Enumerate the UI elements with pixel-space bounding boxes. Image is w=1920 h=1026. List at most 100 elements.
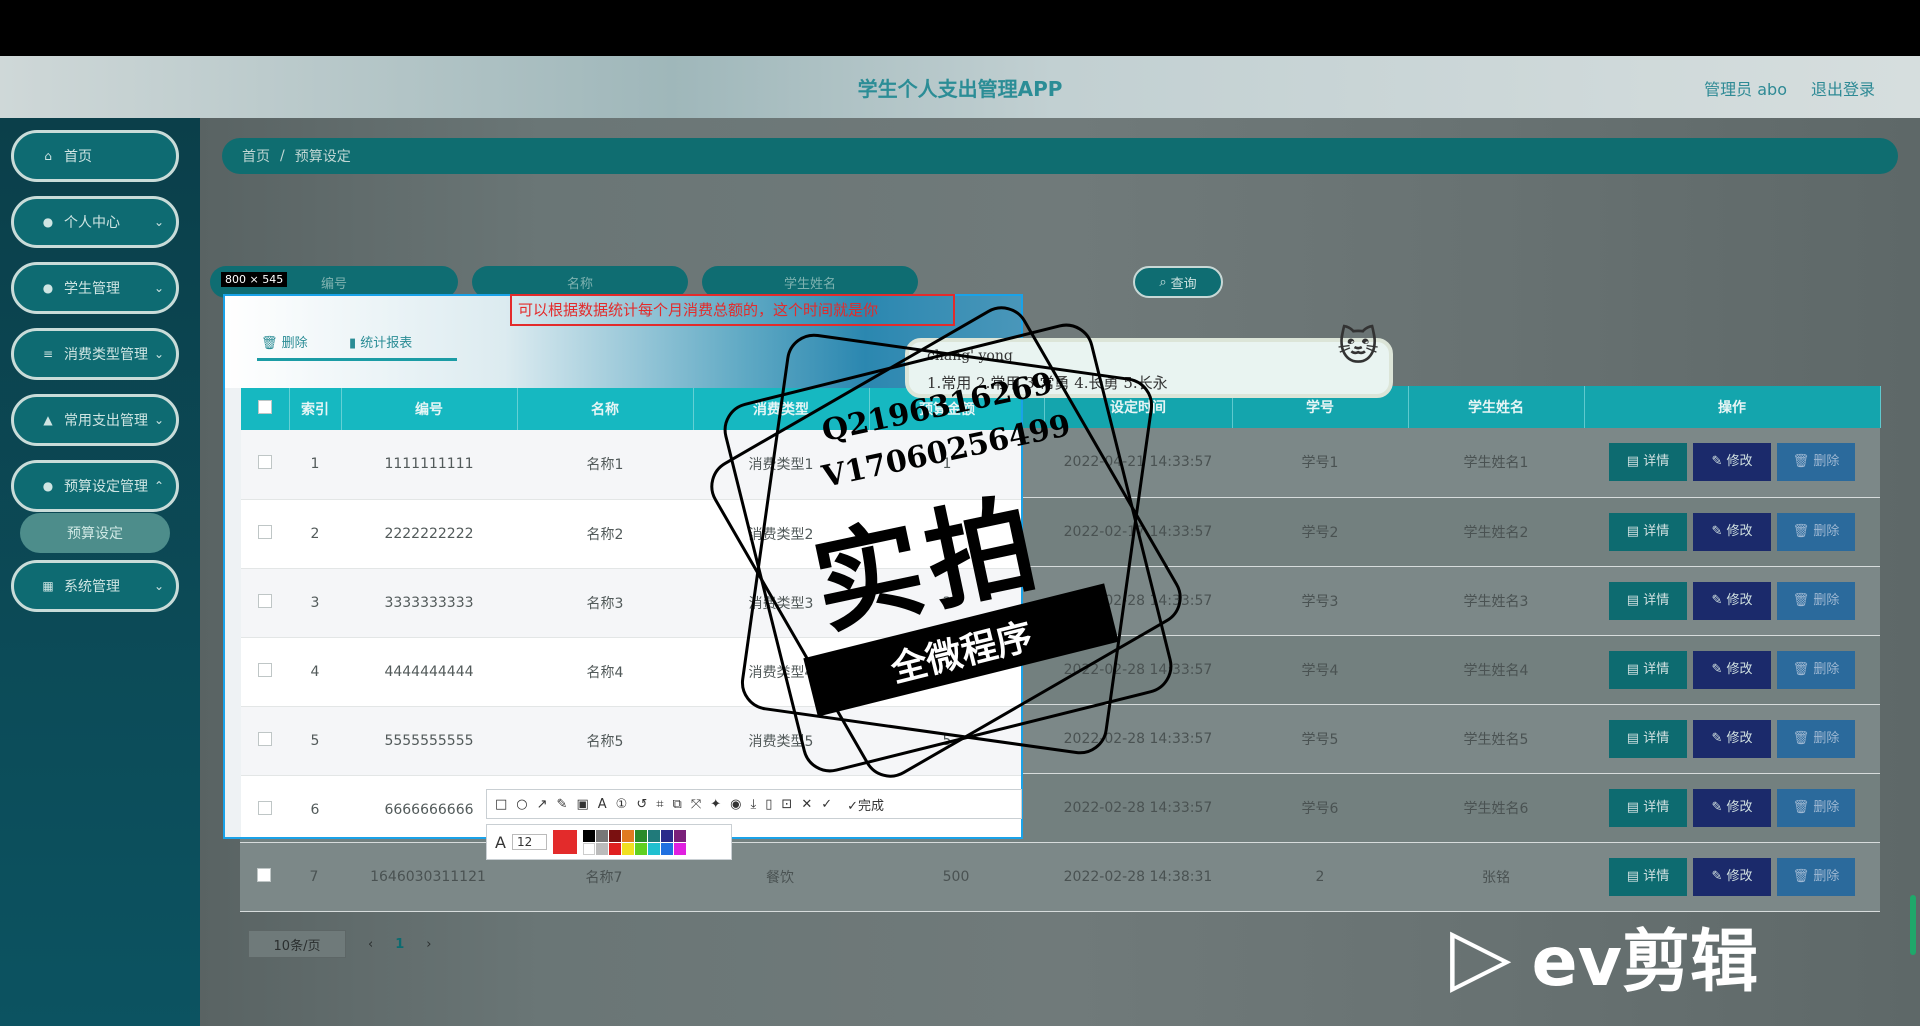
capture-tool-icon[interactable]: A [598,797,607,812]
select-all-checkbox[interactable] [257,400,272,414]
swatch-cyan[interactable] [648,842,661,855]
row-checkbox[interactable] [258,731,272,746]
delete-tab[interactable]: 🗑 删除 [261,332,308,351]
capture-tool-icon[interactable]: ▣ [576,797,588,812]
capture-tool-icon[interactable]: ⧉ [673,797,682,812]
annotation-text-box[interactable]: 可以根据数据统计每个月消费总额的，这个时间就是你 [510,294,955,326]
column-header: 编号 [341,388,518,430]
delete-button-label: 删除 [1813,799,1840,815]
sidebar-item-student-management[interactable]: ● 学生管理 ⌄ [11,262,179,314]
swatch-red[interactable] [609,842,622,855]
capture-tool-icon[interactable]: ① [616,797,628,812]
capture-tool-icon[interactable]: ↗ [537,797,548,812]
delete-button[interactable]: 🗑 删除 [1777,788,1855,827]
sidebar-item-label: 系统管理 [64,579,120,595]
row-checkbox[interactable] [258,524,272,539]
done-button[interactable]: ✓完成 [847,795,884,814]
detail-button[interactable]: ▤ 详情 [1609,581,1687,620]
detail-button[interactable]: ▤ 详情 [1609,650,1687,689]
next-page-button[interactable]: › [426,937,431,952]
delete-button[interactable]: 🗑 删除 [1777,719,1855,758]
detail-button[interactable]: ▤ 详情 [1609,719,1687,758]
sidebar-item-system-management[interactable]: ▦ 系统管理 ⌄ [11,560,179,612]
swatch-silver[interactable] [596,842,609,855]
scroll-indicator[interactable] [1910,895,1916,955]
swatch-white[interactable] [583,842,596,855]
swatch-green[interactable] [635,829,648,842]
capture-tool-icon[interactable]: ✦ [710,797,721,812]
page-size-select[interactable]: 10条/页 [248,930,346,958]
column-header: 索引 [289,388,342,430]
logout-link[interactable]: 退出登录 [1811,76,1875,100]
capture-tool-icon[interactable]: ⤧ [691,797,701,812]
swatch-darkred[interactable] [609,829,622,842]
delete-button[interactable]: 🗑 删除 [1777,443,1855,482]
ev-logo-text: ev剪辑 [1531,923,1758,1002]
delete-button-label: 删除 [1813,523,1840,539]
detail-button-label: 详情 [1643,592,1670,608]
row-checkbox[interactable] [258,593,272,608]
sidebar-item-common-expense[interactable]: ▲ 常用支出管理 ⌄ [11,394,179,446]
sidebar-item-budget-management[interactable]: ● 预算设定管理 ⌃ [11,460,179,512]
row-checkbox[interactable] [258,800,272,815]
delete-button[interactable]: 🗑 删除 [1777,581,1855,620]
swatch-orange[interactable] [622,829,635,842]
delete-button-label: 删除 [1813,661,1840,677]
row-checkbox[interactable] [258,662,272,677]
sidebar-subitem-budget-setting[interactable]: 预算设定 [20,513,170,553]
actions-cell: ▤ 详情 ✎ 修改 🗑 删除 [1584,842,1880,912]
swatch-purple[interactable] [674,829,687,842]
table-cell: 2 [1232,842,1408,912]
swatch-black[interactable] [583,829,596,842]
capture-tool-icon[interactable]: ✓ [821,797,832,812]
delete-button[interactable]: 🗑 删除 [1777,512,1855,551]
table-cell: 名称3 [517,568,693,638]
prev-page-button[interactable]: ‹ [368,937,373,952]
edit-button[interactable]: ✎ 修改 [1693,512,1771,551]
capture-tool-icon[interactable]: ⌗ [656,797,663,812]
capture-tool-icon[interactable]: ✕ [801,797,812,812]
delete-button[interactable]: 🗑 删除 [1777,650,1855,689]
swatch-gray[interactable] [596,829,609,842]
swatch-magenta[interactable] [674,842,687,855]
capture-tool-icon[interactable]: ⊡ [781,797,792,812]
edit-button[interactable]: ✎ 修改 [1693,581,1771,620]
capture-tool-icon[interactable]: ✎ [557,797,568,812]
swatch-navy[interactable] [661,829,674,842]
search-icon: ⌕ [1159,274,1167,290]
detail-button[interactable]: ▤ 详情 [1609,443,1687,482]
edit-button[interactable]: ✎ 修改 [1693,788,1771,827]
capture-tool-icon[interactable]: ↺ [636,797,647,812]
swatch-blue[interactable] [661,842,674,855]
sidebar-item-home[interactable]: ⌂ 首页 [11,130,179,182]
delete-button[interactable]: 🗑 删除 [1777,857,1855,896]
current-page[interactable]: 1 [395,937,404,952]
detail-button[interactable]: ▤ 详情 [1609,512,1687,551]
capture-tool-icon[interactable]: ▯ [765,797,772,812]
capture-tool-icon[interactable]: ○ [516,797,527,812]
sidebar-item-consumption-type[interactable]: ≡ 消费类型管理 ⌄ [11,328,179,380]
swatch-lime[interactable] [635,842,648,855]
current-color-swatch[interactable] [553,830,578,854]
capture-tool-icon[interactable]: ⤓ [751,797,757,812]
pagination: 10条/页 ‹ 1 › [248,930,431,958]
capture-tool-icon[interactable]: ◉ [730,797,741,812]
query-button[interactable]: ⌕ 查询 [1133,266,1223,298]
edit-button[interactable]: ✎ 修改 [1693,650,1771,689]
row-checkbox[interactable] [258,455,272,470]
detail-button[interactable]: ▤ 详情 [1609,788,1687,827]
edit-button[interactable]: ✎ 修改 [1693,857,1771,896]
capture-tool-icon[interactable]: □ [495,797,507,812]
swatch-grid [583,829,687,855]
edit-button[interactable]: ✎ 修改 [1693,719,1771,758]
delete-button-label: 删除 [1813,730,1840,746]
font-size-select[interactable]: 12 [511,834,548,850]
detail-button[interactable]: ▤ 详情 [1609,857,1687,896]
row-checkbox[interactable] [257,867,271,882]
breadcrumb-home[interactable]: 首页 [242,146,270,166]
swatch-yellow[interactable] [622,842,635,855]
swatch-teal[interactable] [648,829,661,842]
sidebar-item-personal-center[interactable]: ● 个人中心 ⌄ [11,196,179,248]
report-tab[interactable]: ▮ 统计报表 [349,332,412,351]
edit-button[interactable]: ✎ 修改 [1693,443,1771,482]
